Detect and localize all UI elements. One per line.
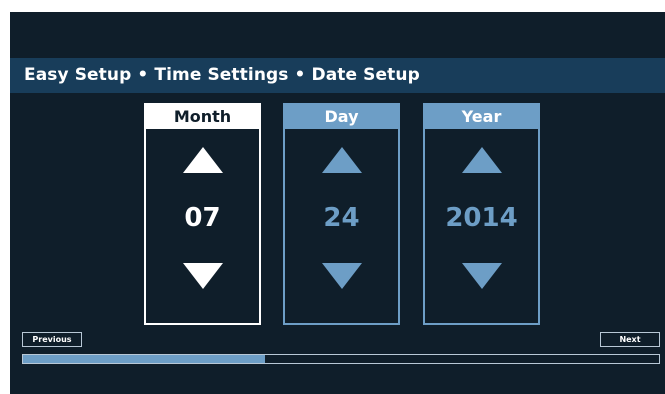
month-picker-label: Month (146, 105, 259, 129)
month-down-arrow-icon[interactable] (182, 263, 223, 289)
day-up-arrow-icon[interactable] (321, 147, 362, 173)
progress-bar (22, 354, 660, 364)
next-button[interactable]: Next (600, 332, 660, 347)
year-down-arrow-icon[interactable] (461, 263, 502, 289)
day-picker[interactable]: Day 24 (283, 103, 400, 325)
day-picker-label: Day (285, 105, 398, 129)
year-value: 2014 (445, 203, 518, 233)
day-value: 24 (323, 203, 360, 233)
month-up-arrow-icon[interactable] (182, 147, 223, 173)
month-value: 07 (184, 203, 221, 233)
previous-button[interactable]: Previous (22, 332, 82, 347)
year-picker[interactable]: Year 2014 (423, 103, 540, 325)
setup-screen: Easy Setup • Time Settings • Date Setup … (10, 12, 665, 394)
title-bar: Easy Setup • Time Settings • Date Setup (10, 58, 665, 93)
year-picker-label: Year (425, 105, 538, 129)
page-title: Easy Setup • Time Settings • Date Setup (24, 65, 420, 85)
progress-bar-fill (23, 355, 265, 363)
month-picker[interactable]: Month 07 (144, 103, 261, 325)
day-down-arrow-icon[interactable] (321, 263, 362, 289)
year-up-arrow-icon[interactable] (461, 147, 502, 173)
